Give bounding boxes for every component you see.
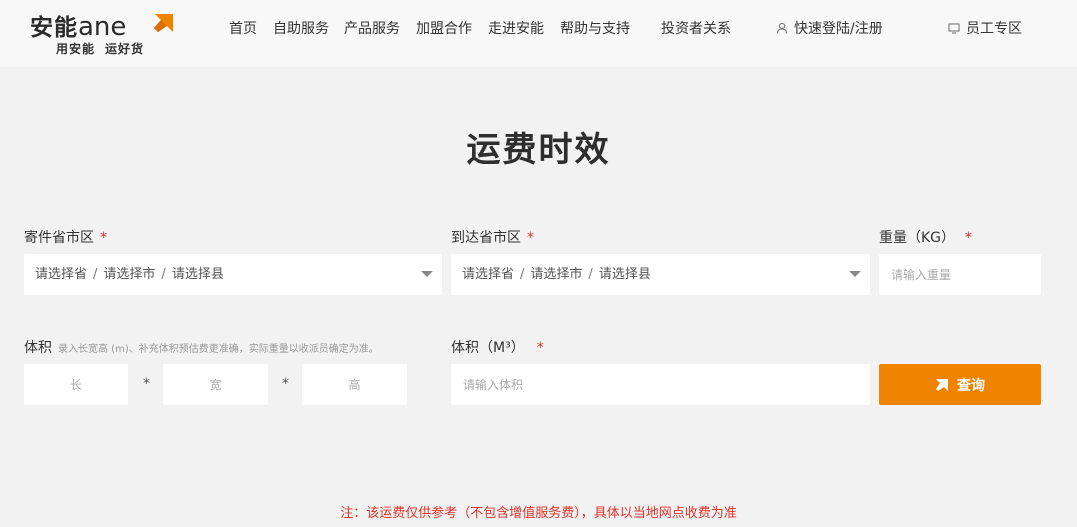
required-mark: * [965,230,973,246]
login-register-label: 快速登陆/注册 [794,21,883,37]
nav-item-investors[interactable]: 投资者关系 [661,19,731,39]
nav-item-self-service[interactable]: 自助服务 [273,19,329,39]
logo-slogan: 用安能 运好货 [56,42,145,56]
dimensions-hint: 录入长宽高 (m)、补充体积预估费更准确，实际重量以收派员确定为准。 [58,344,379,355]
receiver-province: 请选择省 [462,267,515,282]
receiver-region-label: 到达省市区 * [451,230,534,246]
chevron-down-icon [849,271,861,277]
sender-city: 请选择市 [103,267,156,282]
times-symbol: * [143,376,150,392]
query-button[interactable]: 查询 [879,364,1041,405]
user-icon [776,22,788,34]
volume-input[interactable] [451,364,870,405]
sender-region-select[interactable]: 请选择省 / 请选择市 / 请选择县 [24,254,442,295]
nav-item-home[interactable]: 首页 [229,19,257,39]
nav-item-products[interactable]: 产品服务 [344,19,400,39]
required-mark: * [536,340,544,356]
times-symbol: * [282,376,289,392]
main-nav: 首页 自助服务 产品服务 加盟合作 走进安能 帮助与支持 投资者关系 快速登陆/… [0,19,1077,39]
staff-area-label: 员工专区 [966,21,1022,37]
sender-region-label: 寄件省市区 * [24,230,107,246]
nav-item-franchise[interactable]: 加盟合作 [416,19,472,39]
height-input[interactable] [302,364,407,405]
required-mark: * [100,230,107,246]
nav-item-about[interactable]: 走进安能 [488,19,544,39]
page-title: 运费时效 [466,130,611,170]
staff-area-link[interactable]: 员工专区 [948,19,1022,39]
chevron-down-icon [421,271,433,277]
dimensions-label: 体积 录入长宽高 (m)、补充体积预估费更准确，实际重量以收派员确定为准。 [24,340,379,356]
sender-province: 请选择省 [35,267,88,282]
weight-input[interactable] [879,254,1041,295]
send-arrow-icon [936,378,948,391]
required-mark: * [527,230,534,246]
receiver-region-select[interactable]: 请选择省 / 请选择市 / 请选择县 [451,254,870,295]
sender-county: 请选择县 [171,267,224,282]
monitor-icon [948,23,960,34]
disclaimer-note: 注：该运费仅供参考（不包含增值服务费），具体以当地网点收费为准 [340,506,737,521]
login-register-link[interactable]: 快速登陆/注册 [776,19,883,39]
nav-item-help[interactable]: 帮助与支持 [560,19,630,39]
width-input[interactable] [163,364,268,405]
query-button-label: 查询 [957,377,985,394]
site-header: 安能ane 用安能 运好货 首页 自助服务 产品服务 加盟合作 走进安能 帮助与支… [0,0,1077,67]
weight-label: 重量（KG） * [879,230,973,246]
receiver-county: 请选择县 [598,267,651,282]
receiver-city: 请选择市 [530,267,583,282]
volume-label: 体积（M³） * [451,340,544,356]
length-input[interactable] [24,364,128,405]
